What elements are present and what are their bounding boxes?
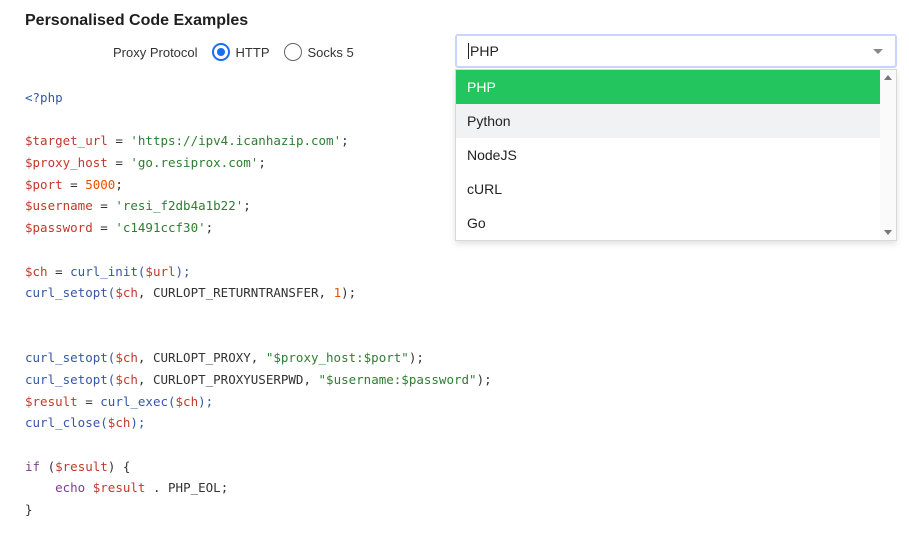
code-line: } (25, 502, 33, 518)
http-radio-label[interactable]: HTTP (236, 45, 270, 60)
http-radio-button[interactable] (211, 43, 230, 61)
code-line: $proxy_host = 'go.resiprox.com'; (25, 155, 266, 171)
language-select-value[interactable]: PHP (470, 43, 499, 59)
dropdown-scrollbar[interactable] (880, 70, 896, 240)
language-option-curl[interactable]: cURL (456, 172, 882, 206)
language-option-list: PHP Python NodeJS cURL Go (456, 70, 882, 240)
scroll-down-arrow-icon[interactable] (884, 230, 892, 235)
code-line: $password = 'c1491ccf30'; (25, 220, 214, 236)
proxy-protocol-row: Proxy Protocol HTTP Socks 5 (113, 41, 368, 63)
code-line: curl_setopt($ch, CURLOPT_RETURNTRANSFER,… (25, 285, 357, 301)
scroll-up-arrow-icon[interactable] (884, 75, 892, 80)
language-option-python[interactable]: Python (456, 104, 882, 138)
code-line: curl_setopt($ch, CURLOPT_PROXYUSERPWD, "… (25, 371, 492, 387)
code-line: $ch = curl_init($url); (25, 263, 191, 279)
socks5-radio-button[interactable] (283, 43, 302, 61)
code-line: echo $result . PHP_EOL; (25, 480, 229, 496)
code-line: curl_close($ch); (25, 415, 146, 431)
chevron-down-icon[interactable] (873, 49, 883, 54)
text-cursor (468, 43, 469, 59)
code-line: curl_setopt($ch, CURLOPT_PROXY, "$proxy_… (25, 350, 424, 366)
proxy-protocol-label: Proxy Protocol (113, 44, 198, 60)
language-dropdown-menu: PHP Python NodeJS cURL Go (455, 69, 897, 241)
code-line: if ($result) { (25, 458, 131, 474)
language-option-nodejs[interactable]: NodeJS (456, 138, 882, 172)
socks5-radio-label[interactable]: Socks 5 (308, 45, 354, 60)
language-select[interactable]: PHP (455, 34, 897, 68)
code-line: <?php (25, 90, 63, 105)
code-line: $port = 5000; (25, 176, 123, 192)
page-title: Personalised Code Examples (25, 12, 249, 29)
http-radio-option[interactable]: HTTP (211, 43, 270, 61)
language-option-php[interactable]: PHP (456, 70, 882, 104)
code-line: $username = 'resi_f2db4a1b22'; (25, 198, 251, 214)
code-example-block: <?php $target_url = 'https://ipv4.icanhaz… (25, 87, 492, 521)
code-line: $target_url = 'https://ipv4.icanhazip.co… (25, 133, 349, 149)
language-option-go[interactable]: Go (456, 206, 882, 240)
socks5-radio-option[interactable]: Socks 5 (283, 43, 354, 61)
code-line: $result = curl_exec($ch); (25, 393, 214, 409)
